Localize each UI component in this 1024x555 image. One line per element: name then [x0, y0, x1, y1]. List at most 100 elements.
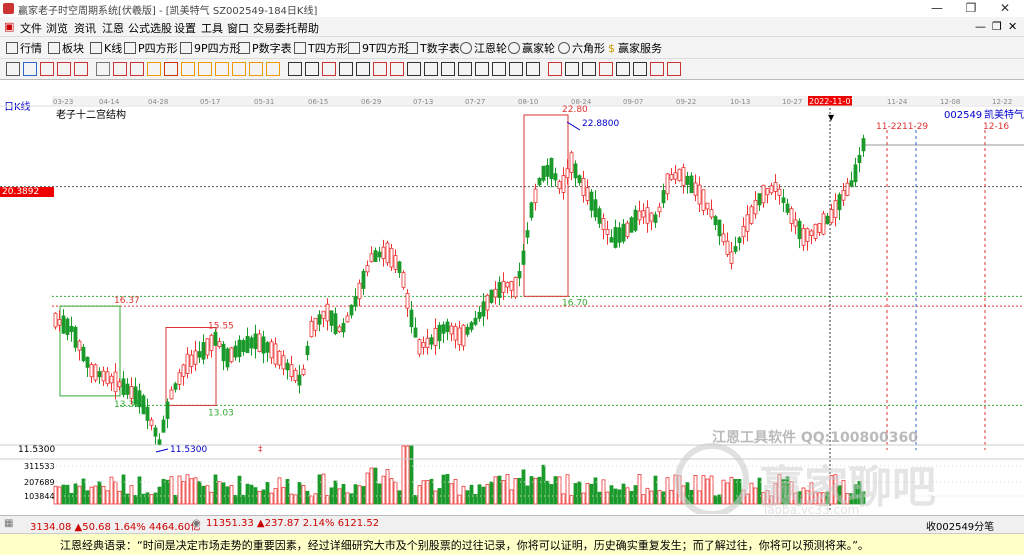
kline-button[interactable]: K线 — [90, 40, 122, 56]
volume-bar — [505, 474, 510, 505]
tool-32-icon[interactable] — [548, 62, 562, 76]
volume-bar — [453, 479, 458, 505]
volume-bar — [333, 480, 338, 505]
volume-bar — [229, 484, 234, 505]
winner-wheel-button[interactable]: 赢家轮 — [508, 40, 555, 56]
p-number-table-button[interactable]: P数字表 — [238, 40, 292, 56]
volume-bar — [477, 484, 482, 505]
quote-button[interactable]: 行情 — [6, 40, 42, 56]
tool-39-icon[interactable] — [667, 62, 681, 76]
t-number-table-button[interactable]: T数字表 — [406, 40, 460, 56]
volume-bar — [109, 476, 114, 505]
tool-1-icon[interactable] — [6, 62, 20, 76]
tool-35-icon[interactable] — [599, 62, 613, 76]
tool-25-icon[interactable] — [424, 62, 438, 76]
minimize-button[interactable]: — — [920, 0, 954, 17]
tool-18-icon[interactable] — [305, 62, 319, 76]
volume-bar — [433, 490, 438, 505]
tool-13-icon[interactable] — [215, 62, 229, 76]
mdi-minimize-button[interactable]: — — [975, 20, 986, 33]
menu-tools[interactable]: 工具 — [201, 20, 223, 36]
tool-12-icon[interactable] — [198, 62, 212, 76]
tool-16-icon[interactable] — [266, 62, 280, 76]
tool-2-icon[interactable] — [23, 62, 37, 76]
tool-3-icon[interactable] — [40, 62, 54, 76]
sector-label: 板块 — [62, 42, 84, 55]
menu-browse[interactable]: 浏览 — [46, 20, 68, 36]
tool-29-icon[interactable] — [492, 62, 506, 76]
hexagon-icon — [558, 42, 570, 54]
candle-body — [493, 288, 498, 298]
tool-34-icon[interactable] — [582, 62, 596, 76]
tool-10-icon[interactable] — [164, 62, 178, 76]
candle-body — [189, 354, 194, 367]
kline-chart[interactable]: 日K线 老子十二宫结构 002549 凯美特气 03-23 04-14 04-28 0… — [0, 80, 1024, 514]
candle-body — [145, 406, 150, 421]
volume-bar — [345, 492, 350, 505]
t-square-button[interactable]: T四方形 — [294, 40, 348, 56]
menu-window[interactable]: 窗口 — [227, 20, 249, 36]
candle-body — [333, 313, 338, 335]
tool-20-icon[interactable] — [339, 62, 353, 76]
menu-help[interactable]: 帮助 — [297, 20, 319, 36]
tool-22-icon[interactable] — [373, 62, 387, 76]
candle-body — [569, 152, 574, 173]
candle-body — [397, 261, 402, 273]
tool-4-icon[interactable] — [57, 62, 71, 76]
sector-button[interactable]: 板块 — [48, 40, 84, 56]
tool-31-icon[interactable] — [526, 62, 540, 76]
hexagon-button[interactable]: 六角形 — [558, 40, 605, 56]
winner-service-button[interactable]: $ 赢家服务 — [608, 40, 662, 56]
tool-7-icon[interactable] — [113, 62, 127, 76]
gann-wheel-button[interactable]: 江恩轮 — [460, 40, 507, 56]
menu-gann[interactable]: 江恩 — [102, 20, 124, 36]
volume-bar — [413, 495, 418, 505]
tool-5-icon[interactable] — [74, 62, 88, 76]
tool-24-icon[interactable] — [407, 62, 421, 76]
candle-body — [549, 157, 554, 180]
tool-23-icon[interactable] — [390, 62, 404, 76]
menu-file[interactable]: 文件 — [20, 20, 42, 36]
volume-bar — [709, 475, 714, 505]
9p-square-button[interactable]: 9P四方形 — [180, 40, 241, 56]
tool-38-icon[interactable] — [650, 62, 664, 76]
volume-bar — [241, 494, 246, 505]
tool-6-icon[interactable] — [96, 62, 110, 76]
menu-formula[interactable]: 公式选股 — [128, 20, 172, 36]
candle-body — [481, 301, 486, 317]
tool-28-icon[interactable] — [475, 62, 489, 76]
tool-30-icon[interactable] — [509, 62, 523, 76]
volume-bar — [465, 490, 470, 505]
tool-37-icon[interactable] — [633, 62, 647, 76]
menu-app-icon: ▣ — [4, 20, 15, 33]
tool-19-icon[interactable] — [322, 62, 336, 76]
p-square-button[interactable]: P四方形 — [124, 40, 178, 56]
close-button[interactable]: ✕ — [988, 0, 1022, 17]
tool-14-icon[interactable] — [232, 62, 246, 76]
menu-trade[interactable]: 交易委托 — [253, 20, 297, 36]
tool-33-icon[interactable] — [565, 62, 579, 76]
tool-21-icon[interactable] — [356, 62, 370, 76]
tool-26-icon[interactable] — [441, 62, 455, 76]
mdi-restore-button[interactable]: ❐ — [992, 20, 1002, 33]
tool-8-icon[interactable] — [130, 62, 144, 76]
tool-36-icon[interactable] — [616, 62, 630, 76]
mdi-close-button[interactable]: ✕ — [1008, 20, 1017, 33]
tool-27-icon[interactable] — [458, 62, 472, 76]
candle-body — [573, 163, 578, 179]
menu-info[interactable]: 资讯 — [74, 20, 96, 36]
tool-17-icon[interactable] — [288, 62, 302, 76]
tool-15-icon[interactable] — [249, 62, 263, 76]
candle-body — [733, 246, 738, 252]
9t-square-button[interactable]: 9T四方形 — [348, 40, 409, 56]
tool-9-icon[interactable] — [147, 62, 161, 76]
volume-bar — [617, 489, 622, 505]
tool-11-icon[interactable] — [181, 62, 195, 76]
tick-detail-link[interactable]: 收002549分笔 — [926, 518, 994, 533]
restore-button[interactable]: ❐ — [954, 0, 988, 17]
volume-bar — [577, 481, 582, 505]
volume-bar — [305, 490, 310, 505]
candle-body — [577, 175, 582, 184]
volume-bar — [317, 474, 322, 505]
menu-settings[interactable]: 设置 — [174, 20, 196, 36]
